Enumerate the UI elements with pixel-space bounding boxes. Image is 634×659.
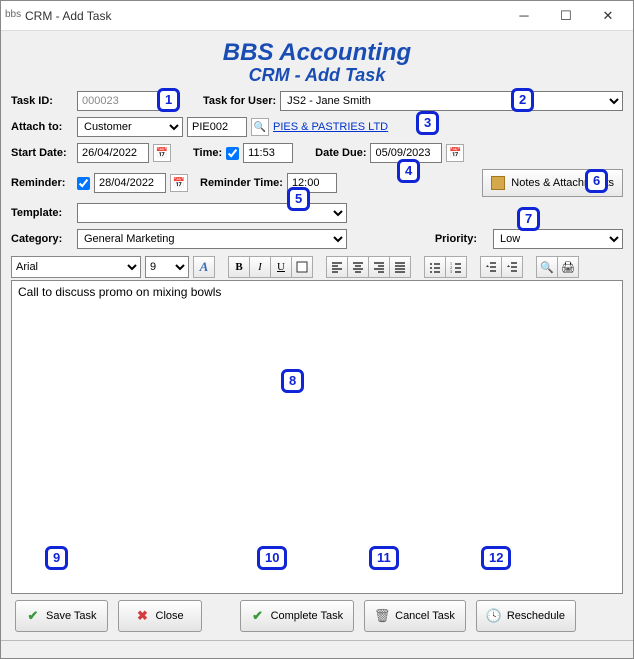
reschedule-label: Reschedule	[507, 610, 565, 622]
task-for-user-label: Task for User:	[203, 95, 276, 107]
titlebar: bbs CRM - Add Task ─ ☐ ✕	[1, 1, 633, 31]
start-date-label: Start Date:	[11, 147, 73, 159]
outdent-button[interactable]	[480, 256, 502, 278]
search-icon[interactable]: 🔍	[251, 118, 269, 136]
statusbar	[1, 640, 633, 658]
minimize-button[interactable]: ─	[503, 2, 545, 30]
start-date-field[interactable]	[77, 143, 149, 163]
category-label: Category:	[11, 233, 73, 245]
category-select[interactable]: General Marketing	[77, 229, 347, 249]
callout-2: 2	[511, 88, 534, 112]
callout-10: 10	[257, 546, 287, 570]
date-due-label: Date Due:	[315, 147, 366, 159]
trash-icon: 🗑	[375, 609, 389, 623]
time-checkbox[interactable]	[226, 147, 239, 160]
callout-7: 7	[517, 207, 540, 231]
font-dialog-button[interactable]: A	[193, 256, 215, 278]
font-size-select[interactable]: 9	[145, 256, 189, 278]
reminder-checkbox[interactable]	[77, 177, 90, 190]
priority-select[interactable]: Low	[493, 229, 623, 249]
indent-button[interactable]	[501, 256, 523, 278]
x-icon: ✖	[136, 609, 150, 623]
callout-6: 6	[585, 169, 608, 193]
bullet-list-button[interactable]	[424, 256, 446, 278]
svg-text:3: 3	[450, 269, 452, 273]
page-subtitle: CRM - Add Task	[11, 65, 623, 86]
task-id-field[interactable]	[77, 91, 167, 111]
callout-5: 5	[287, 187, 310, 211]
cancel-task-label: Cancel Task	[395, 610, 455, 622]
number-list-button[interactable]: 123	[445, 256, 467, 278]
check-icon: ✔	[251, 609, 265, 623]
app-title: BBS Accounting	[11, 39, 623, 67]
italic-button[interactable]: I	[249, 256, 271, 278]
calendar-icon[interactable]: 📅	[446, 144, 464, 162]
underline-button[interactable]: U	[270, 256, 292, 278]
close-button[interactable]: ✖ Close	[118, 600, 202, 632]
callout-11: 11	[369, 546, 399, 570]
task-for-user-select[interactable]: JS2 - Jane Smith	[280, 91, 623, 111]
clock-icon: 🕓	[487, 609, 501, 623]
bold-button[interactable]: B	[228, 256, 250, 278]
callout-9: 9	[45, 546, 68, 570]
close-window-button[interactable]: ✕	[587, 2, 629, 30]
attach-to-label: Attach to:	[11, 121, 73, 133]
task-id-label: Task ID:	[11, 95, 73, 107]
zoom-button[interactable]: 🔍	[536, 256, 558, 278]
priority-label: Priority:	[435, 233, 477, 245]
reschedule-button[interactable]: 🕓 Reschedule	[476, 600, 576, 632]
attach-code-field[interactable]	[187, 117, 247, 137]
attached-entity-link[interactable]: PIES & PASTRIES LTD	[273, 121, 388, 133]
callout-3: 3	[416, 111, 439, 135]
check-icon: ✔	[26, 609, 40, 623]
task-notes-editor[interactable]: Call to discuss promo on mixing bowls	[11, 280, 623, 594]
align-right-button[interactable]	[368, 256, 390, 278]
app-icon: bbs	[5, 9, 19, 23]
folder-icon	[491, 176, 505, 190]
align-center-button[interactable]	[347, 256, 369, 278]
maximize-button[interactable]: ☐	[545, 2, 587, 30]
complete-task-button[interactable]: ✔ Complete Task	[240, 600, 355, 632]
reminder-label: Reminder:	[11, 177, 73, 189]
page-header: BBS Accounting CRM - Add Task	[11, 39, 623, 86]
font-family-select[interactable]: Arial	[11, 256, 141, 278]
attach-to-select[interactable]: Customer	[77, 117, 183, 137]
callout-4: 4	[397, 159, 420, 183]
calendar-icon[interactable]: 📅	[170, 174, 188, 192]
editor-toolbar: Arial 9 A B I U 123	[11, 256, 623, 278]
time-field[interactable]	[243, 143, 293, 163]
complete-task-label: Complete Task	[271, 610, 344, 622]
print-button[interactable]: 🖨	[557, 256, 579, 278]
window-title: CRM - Add Task	[25, 9, 503, 23]
font-color-button[interactable]	[291, 256, 313, 278]
close-label: Close	[156, 610, 184, 622]
callout-12: 12	[481, 546, 511, 570]
save-task-label: Save Task	[46, 610, 97, 622]
time-label: Time:	[193, 147, 222, 159]
align-left-button[interactable]	[326, 256, 348, 278]
reminder-date-field[interactable]	[94, 173, 166, 193]
align-justify-button[interactable]	[389, 256, 411, 278]
callout-8: 8	[281, 369, 304, 393]
callout-1: 1	[157, 88, 180, 112]
template-label: Template:	[11, 207, 73, 219]
save-task-button[interactable]: ✔ Save Task	[15, 600, 108, 632]
reminder-time-label: Reminder Time:	[200, 177, 283, 189]
cancel-task-button[interactable]: 🗑 Cancel Task	[364, 600, 466, 632]
calendar-icon[interactable]: 📅	[153, 144, 171, 162]
